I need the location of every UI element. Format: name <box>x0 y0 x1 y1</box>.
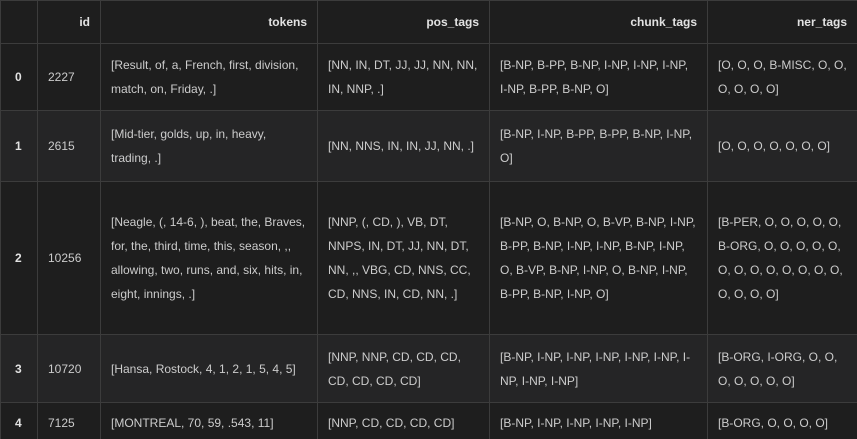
cell-ner-tags: [B-PER, O, O, O, O, O, B-ORG, O, O, O, O… <box>707 181 857 335</box>
cell-chunk-tags: [B-NP, O, B-NP, O, B-VP, B-NP, I-NP, B-P… <box>489 181 708 335</box>
cell-pos-tags: [NNP, (, CD, ), VB, DT, NNPS, IN, DT, JJ… <box>317 181 490 335</box>
column-header-id: id <box>37 0 101 44</box>
row-index: 3 <box>0 334 38 403</box>
table-row: 3 10720 [Hansa, Rostock, 4, 1, 2, 1, 5, … <box>0 334 857 403</box>
cell-tokens: [Mid-tier, golds, up, in, heavy, trading… <box>100 110 318 182</box>
column-header-ner-tags: ner_tags <box>707 0 857 44</box>
cell-ner-tags: [B-ORG, O, O, O, O] <box>707 402 857 439</box>
column-header-chunk-tags: chunk_tags <box>489 0 708 44</box>
cell-chunk-tags: [B-NP, I-NP, I-NP, I-NP, I-NP] <box>489 402 708 439</box>
cell-chunk-tags: [B-NP, B-PP, B-NP, I-NP, I-NP, I-NP, I-N… <box>489 43 708 111</box>
cell-pos-tags: [NNP, CD, CD, CD, CD] <box>317 402 490 439</box>
cell-ner-tags: [O, O, O, O, O, O, O] <box>707 110 857 182</box>
cell-ner-tags: [B-ORG, I-ORG, O, O, O, O, O, O, O] <box>707 334 857 403</box>
cell-tokens: [Neagle, (, 14-6, ), beat, the, Braves, … <box>100 181 318 335</box>
dataframe-table: id tokens pos_tags chunk_tags ner_tags 0… <box>0 0 857 439</box>
cell-id: 10720 <box>37 334 101 403</box>
cell-tokens: [Result, of, a, French, first, division,… <box>100 43 318 111</box>
row-index: 1 <box>0 110 38 182</box>
cell-pos-tags: [NNP, NNP, CD, CD, CD, CD, CD, CD, CD] <box>317 334 490 403</box>
table-row: 1 2615 [Mid-tier, golds, up, in, heavy, … <box>0 110 857 182</box>
row-index: 2 <box>0 181 38 335</box>
cell-id: 7125 <box>37 402 101 439</box>
column-header-pos-tags: pos_tags <box>317 0 490 44</box>
cell-pos-tags: [NN, NNS, IN, IN, JJ, NN, .] <box>317 110 490 182</box>
cell-ner-tags: [O, O, O, B-MISC, O, O, O, O, O, O] <box>707 43 857 111</box>
cell-id: 10256 <box>37 181 101 335</box>
table-row: 2 10256 [Neagle, (, 14-6, ), beat, the, … <box>0 181 857 335</box>
cell-tokens: [Hansa, Rostock, 4, 1, 2, 1, 5, 4, 5] <box>100 334 318 403</box>
cell-chunk-tags: [B-NP, I-NP, B-PP, B-PP, B-NP, I-NP, O] <box>489 110 708 182</box>
cell-id: 2227 <box>37 43 101 111</box>
cell-tokens: [MONTREAL, 70, 59, .543, 11] <box>100 402 318 439</box>
cell-id: 2615 <box>37 110 101 182</box>
table-row: 4 7125 [MONTREAL, 70, 59, .543, 11] [NNP… <box>0 402 857 439</box>
row-index: 4 <box>0 402 38 439</box>
cell-chunk-tags: [B-NP, I-NP, I-NP, I-NP, I-NP, I-NP, I-N… <box>489 334 708 403</box>
column-header-tokens: tokens <box>100 0 318 44</box>
row-index: 0 <box>0 43 38 111</box>
cell-pos-tags: [NN, IN, DT, JJ, JJ, NN, NN, IN, NNP, .] <box>317 43 490 111</box>
header-row: id tokens pos_tags chunk_tags ner_tags <box>0 0 857 44</box>
table-row: 0 2227 [Result, of, a, French, first, di… <box>0 43 857 111</box>
column-header-index <box>0 0 38 44</box>
